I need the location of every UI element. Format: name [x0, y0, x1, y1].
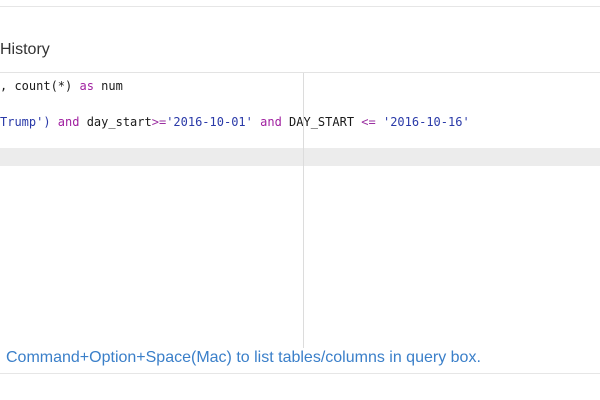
bottom-divider — [0, 373, 600, 374]
code-line-2[interactable]: Trump') and day_start>='2016-10-01' and … — [0, 112, 470, 132]
keyword-token: as — [79, 79, 94, 93]
string-token: '2016-10-16' — [382, 115, 470, 129]
operator-token: <= — [361, 115, 376, 129]
code-line-1[interactable]: , count(*) as num — [0, 76, 123, 96]
code-token: day_start — [79, 115, 152, 129]
query-page: History , count(*) as num Trump') and da… — [0, 0, 600, 400]
string-token: Trump') — [0, 115, 58, 129]
active-line-highlight — [0, 148, 600, 166]
history-heading: History — [0, 41, 50, 58]
editor-column-divider — [303, 73, 304, 348]
keyword-token: and — [57, 115, 80, 129]
code-token: num — [93, 79, 123, 93]
help-hint: Command+Option+Space(Mac) to list tables… — [6, 349, 481, 366]
code-token: DAY_START — [281, 115, 362, 129]
query-editor[interactable]: , count(*) as num Trump') and day_start>… — [0, 72, 600, 348]
operator-token: >= — [151, 115, 167, 129]
keyword-token: and — [260, 115, 282, 129]
code-token: , count(*) — [0, 79, 80, 93]
top-divider — [0, 6, 600, 7]
string-token: '2016-10-01' — [166, 115, 253, 129]
